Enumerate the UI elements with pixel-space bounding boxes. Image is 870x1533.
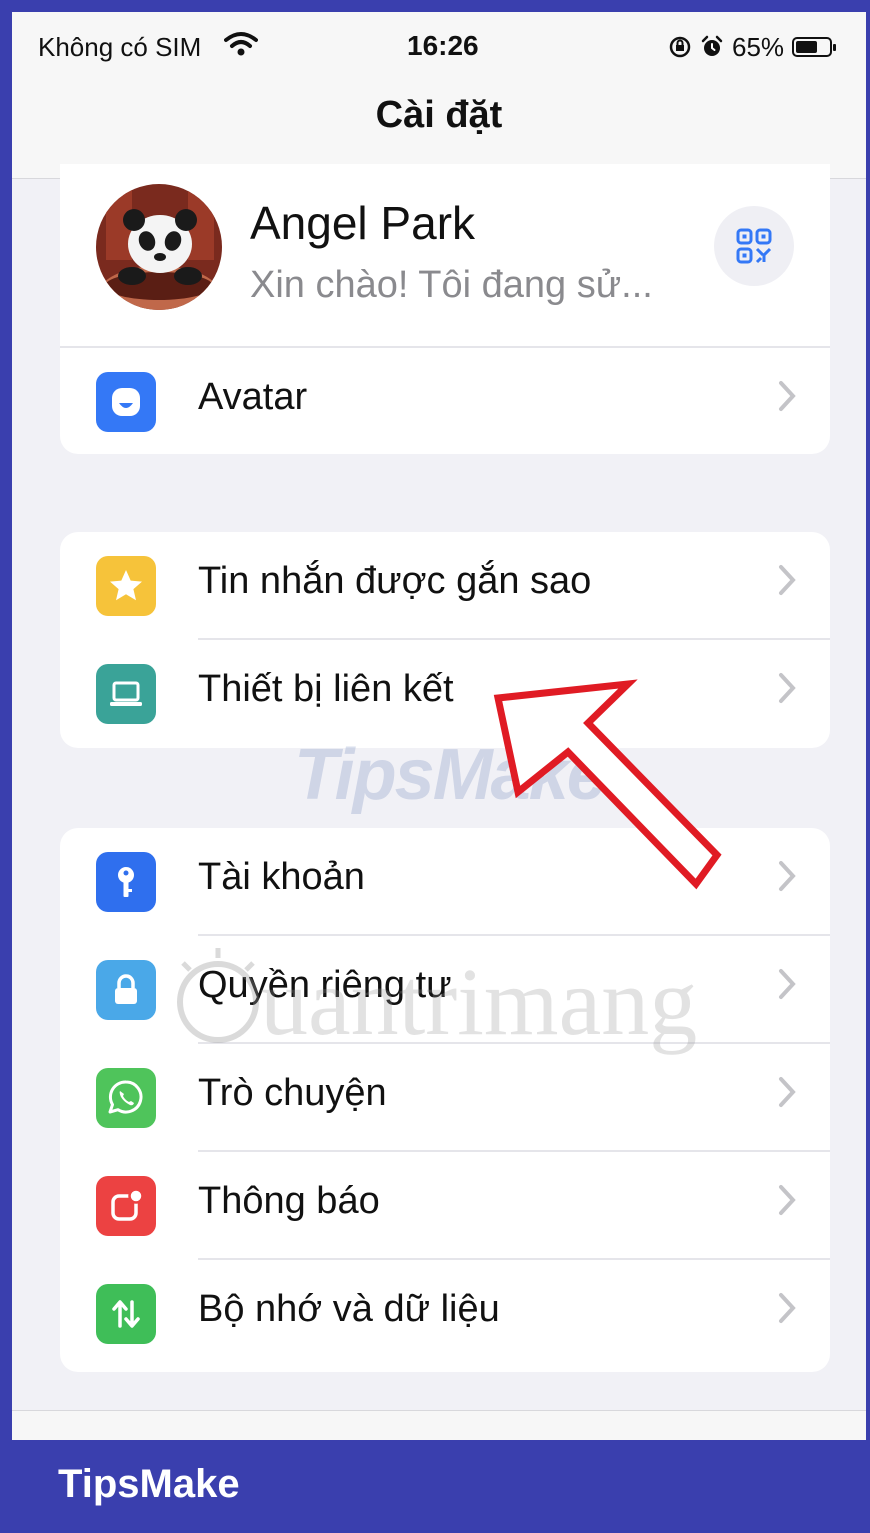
brand-logo-text: TipsMake	[58, 1462, 240, 1506]
annotation-arrow	[493, 679, 722, 890]
